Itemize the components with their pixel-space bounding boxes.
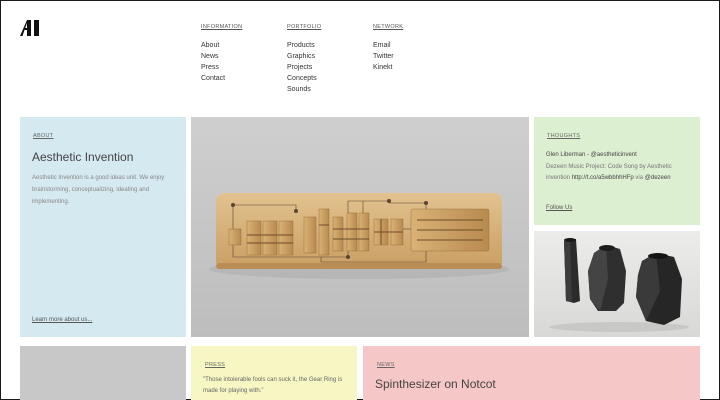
news-panel: NEWS Spinthesizer on Notcot (363, 346, 700, 400)
nav-information: INFORMATION About News Press Contact (201, 22, 242, 84)
nav-item-contact[interactable]: Contact (201, 73, 242, 84)
news-headline[interactable]: Spinthesizer on Notcot (375, 377, 496, 391)
nav-item-press[interactable]: Press (201, 62, 242, 73)
about-panel: ABOUT Aesthetic Invention Aesthetic Inve… (20, 117, 186, 337)
black-vases-illustration (534, 231, 700, 337)
nav-item-kinekt[interactable]: Kinekt (373, 62, 403, 73)
news-label[interactable]: NEWS (377, 362, 395, 368)
learn-more-link[interactable]: Learn more about us... (32, 317, 92, 323)
nav-item-projects[interactable]: Projects (287, 62, 321, 73)
press-panel: PRESS "Those intolerable fools can suck … (191, 346, 357, 400)
nav-item-news[interactable]: News (201, 51, 242, 62)
thoughts-label[interactable]: THOUGHTS (547, 133, 580, 139)
nav-network: NETWORK Email Twitter Kinekt (373, 22, 403, 73)
tweet-author: Glen Liberman - @aestheticinvent (546, 152, 637, 158)
nav-item-about[interactable]: About (201, 40, 242, 51)
nav-item-twitter[interactable]: Twitter (373, 51, 403, 62)
thoughts-panel: THOUGHTS Glen Liberman - @aestheticinven… (534, 117, 700, 225)
follow-us-link[interactable]: Follow Us (546, 205, 572, 211)
about-description: Aesthetic Invention is a good ideas unit… (32, 175, 165, 205)
nav-item-graphics[interactable]: Graphics (287, 51, 321, 62)
nav-item-concepts[interactable]: Concepts (287, 73, 321, 84)
nav-item-email[interactable]: Email (373, 40, 403, 51)
nav-heading-information[interactable]: INFORMATION (201, 22, 242, 33)
tweet-text: Dezeen Music Project: Code Song by Aesth… (546, 162, 694, 184)
bottom-image-tile[interactable] (20, 346, 186, 400)
about-title: Aesthetic Invention (32, 150, 134, 164)
tweet-via: via (635, 175, 644, 181)
nav-heading-network[interactable]: NETWORK (373, 22, 403, 33)
tweet-mention[interactable]: @dezeen (645, 175, 671, 181)
hero-image[interactable] (191, 117, 529, 337)
about-label[interactable]: ABOUT (33, 133, 53, 139)
nav-heading-portfolio[interactable]: PORTFOLIO (287, 22, 321, 33)
nav-item-products[interactable]: Products (287, 40, 321, 51)
nav-portfolio: PORTFOLIO Products Graphics Projects Con… (287, 22, 321, 95)
nav-item-sounds[interactable]: Sounds (287, 84, 321, 95)
press-quote: "Those intolerable fools can suck it, th… (203, 377, 343, 394)
logo-icon[interactable] (20, 20, 40, 36)
tweet-link[interactable]: http://t.co/a5wbbhhHFp (572, 175, 634, 181)
press-label[interactable]: PRESS (205, 362, 225, 368)
vases-image[interactable] (534, 231, 700, 337)
wooden-board-illustration (191, 117, 529, 337)
